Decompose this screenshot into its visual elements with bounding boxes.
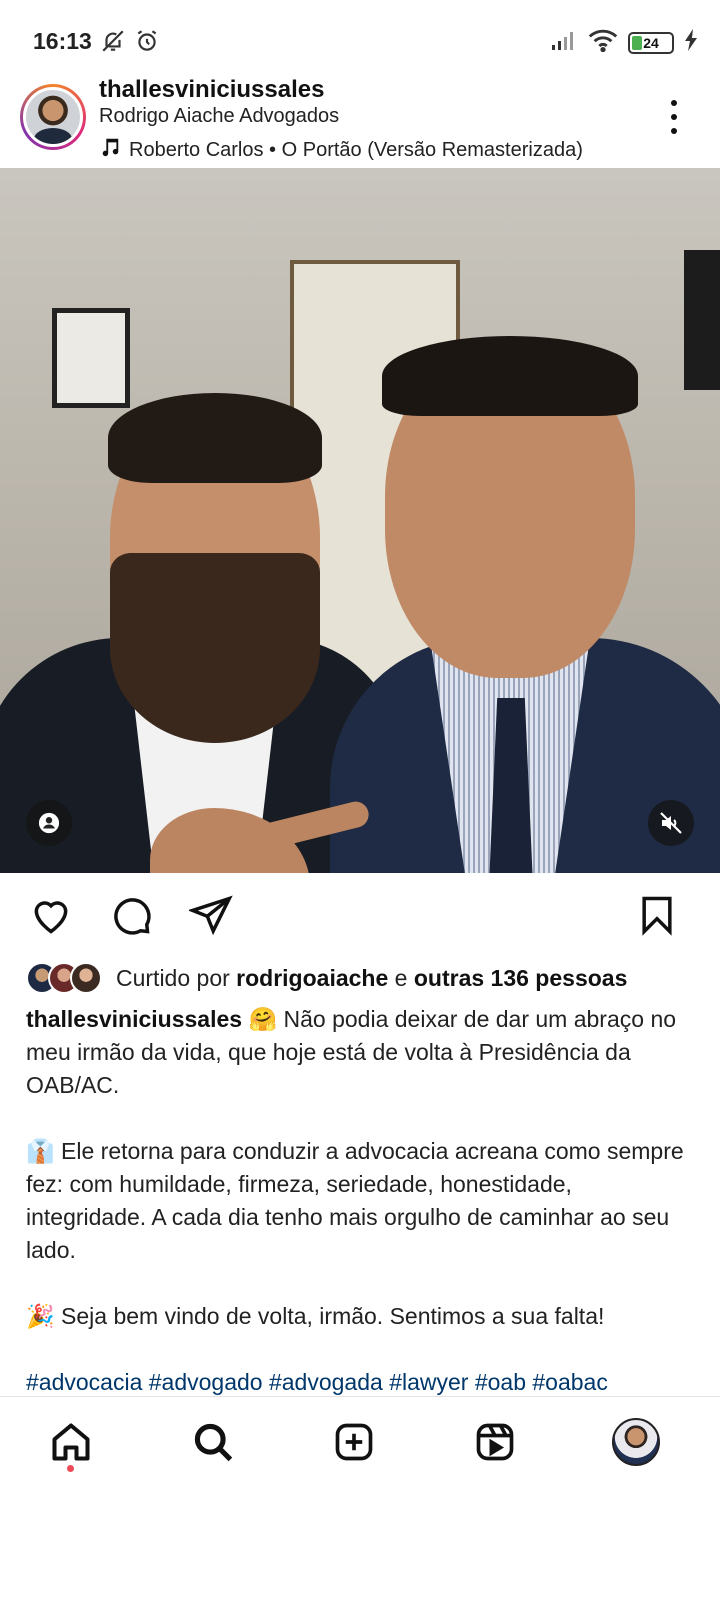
liker-username[interactable]: rodrigoaiache bbox=[236, 965, 388, 991]
wall-frame bbox=[52, 308, 130, 408]
status-icons-right: 24 bbox=[550, 28, 698, 57]
caption-hashtags[interactable]: #advocacia #advogado #advogada #lawyer #… bbox=[26, 1366, 686, 1396]
caption-username[interactable]: thallesviniciussales bbox=[26, 1006, 242, 1032]
person-right-hair bbox=[382, 336, 638, 416]
mute-audio-icon[interactable] bbox=[648, 800, 694, 846]
caption-paragraph-3: Seja bem vindo de volta, irmão. Sentimos… bbox=[61, 1303, 605, 1329]
post-username[interactable]: thallesviniciussales bbox=[99, 76, 324, 104]
bottom-navigation bbox=[0, 1396, 720, 1600]
nav-profile[interactable] bbox=[611, 1417, 661, 1467]
likes-prefix: Curtido por bbox=[116, 964, 230, 991]
action-bar bbox=[0, 880, 720, 950]
post-subtitle[interactable]: Rodrigo Aiache Advogados bbox=[99, 105, 339, 128]
status-icons-left bbox=[100, 28, 160, 59]
necktie-emoji: 👔 bbox=[26, 1138, 55, 1164]
search-icon bbox=[194, 1423, 233, 1462]
status-bar: 16:13 24 bbox=[0, 0, 720, 84]
wifi-icon bbox=[588, 28, 618, 57]
like-button[interactable] bbox=[26, 890, 76, 940]
notifications-off-icon bbox=[100, 28, 126, 59]
post-media[interactable] bbox=[0, 168, 720, 873]
hugging-emoji: 🤗 bbox=[248, 1006, 278, 1032]
heart-icon bbox=[34, 901, 68, 934]
likes-others[interactable]: outras 136 pessoas bbox=[414, 965, 628, 991]
nav-home[interactable] bbox=[46, 1417, 96, 1467]
person-left-beard bbox=[110, 553, 320, 743]
likes-joiner: e bbox=[394, 964, 408, 991]
save-button[interactable] bbox=[632, 890, 682, 940]
caption: thallesviniciussales 🤗 Não podia deixar … bbox=[26, 1003, 686, 1396]
tagged-people-icon[interactable] bbox=[26, 800, 72, 846]
wall-frame bbox=[684, 250, 720, 390]
share-button[interactable] bbox=[186, 890, 236, 940]
caption-viewport: thallesviniciussales 🤗 Não podia deixar … bbox=[0, 1000, 720, 1396]
music-label: Roberto Carlos • O Portão (Versão Remast… bbox=[129, 138, 583, 161]
charging-icon bbox=[684, 29, 698, 56]
likes-row[interactable]: Curtido por rodrigoaiache e outras 136 p… bbox=[26, 958, 706, 998]
battery-level: 24 bbox=[643, 34, 659, 51]
music-attribution[interactable]: Roberto Carlos • O Portão (Versão Remast… bbox=[99, 136, 583, 164]
liker-avatars bbox=[26, 962, 102, 994]
likes-summary: Curtido por rodrigoaiache e outras 136 p… bbox=[116, 965, 627, 992]
music-note-icon bbox=[99, 136, 121, 164]
home-icon bbox=[52, 1423, 90, 1461]
comment-button[interactable] bbox=[106, 890, 156, 940]
home-notification-dot bbox=[67, 1465, 74, 1472]
bookmark-icon bbox=[642, 896, 672, 936]
nav-reels[interactable] bbox=[470, 1417, 520, 1467]
nav-create[interactable] bbox=[329, 1417, 379, 1467]
signal-icon bbox=[550, 29, 578, 56]
share-icon bbox=[189, 895, 233, 936]
status-time: 16:13 bbox=[33, 28, 92, 54]
party-emoji: 🎉 bbox=[26, 1303, 55, 1329]
comment-icon bbox=[114, 898, 151, 935]
alarm-icon bbox=[134, 28, 160, 59]
liker-avatar bbox=[70, 962, 102, 994]
author-avatar[interactable] bbox=[20, 84, 86, 150]
battery-icon: 24 bbox=[628, 31, 674, 54]
post-header: thallesviniciussales Rodrigo Aiache Advo… bbox=[0, 74, 720, 170]
person-left-hair bbox=[108, 393, 322, 483]
caption-paragraph-2: Ele retorna para conduzir a advocacia ac… bbox=[26, 1138, 684, 1263]
profile-avatar bbox=[612, 1418, 660, 1466]
reels-icon bbox=[476, 1423, 514, 1461]
create-icon bbox=[335, 1423, 373, 1461]
nav-search[interactable] bbox=[188, 1417, 238, 1467]
more-options-icon[interactable] bbox=[668, 100, 680, 134]
